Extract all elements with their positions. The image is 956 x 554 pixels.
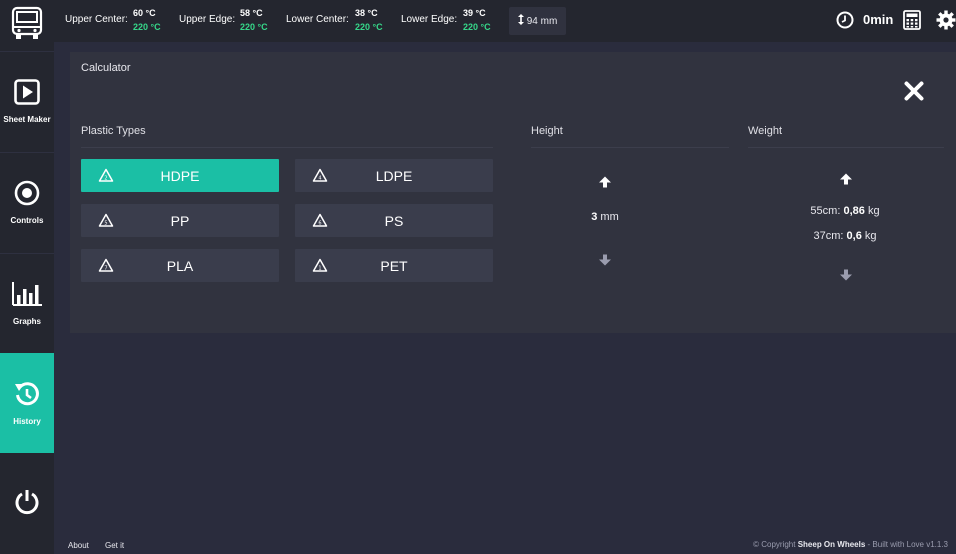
height-increase-button[interactable] — [595, 176, 615, 192]
about-link[interactable]: About — [68, 541, 89, 550]
vertical-arrows-icon — [517, 14, 524, 28]
bar-chart-icon — [11, 281, 43, 312]
get-it-link[interactable]: Get it — [105, 541, 124, 550]
weight-increase-button[interactable] — [836, 173, 856, 189]
sidebar-item-label: Sheet Maker — [3, 115, 51, 124]
close-icon — [904, 81, 924, 106]
plastic-type-label: PS — [384, 212, 404, 229]
plastic-type-label: HDPE — [160, 167, 200, 184]
power-button[interactable] — [0, 454, 54, 554]
weight-size-label: 37cm: — [813, 230, 844, 242]
target-icon — [14, 180, 40, 211]
clock-icon — [836, 11, 854, 34]
temp-target-lower-edge: 220 °C — [463, 22, 491, 32]
history-icon — [14, 381, 40, 412]
plastic-type-pla[interactable]: 7 PLA — [81, 249, 279, 282]
timer-value: 0min — [863, 12, 894, 27]
power-icon — [14, 488, 40, 521]
arrow-down-icon — [840, 268, 852, 286]
temp-label-lower-center: Lower Center: — [286, 14, 349, 25]
arrow-down-icon — [599, 253, 611, 271]
temp-target-upper-center: 220 °C — [133, 22, 161, 32]
arrow-up-icon — [840, 172, 852, 190]
sidebar-item-controls[interactable]: Controls — [0, 152, 54, 252]
calculator-icon[interactable] — [903, 10, 921, 35]
brand-name: Sheep On Wheels — [797, 540, 866, 549]
copyright-prefix: © Copyright — [753, 540, 796, 549]
arrow-up-icon — [599, 175, 611, 193]
height-indicator: 94 mm — [509, 7, 566, 35]
weight-size-label: 55cm: — [810, 205, 841, 217]
height-unit: mm — [600, 211, 619, 223]
sidebar-item-label: History — [13, 417, 41, 426]
sidebar-item-label: Controls — [10, 216, 44, 225]
weight-decrease-button[interactable] — [836, 269, 856, 285]
copyright-text: © Copyright Sheep On Wheels - Built with… — [753, 540, 948, 549]
temp-current-lower-center: 38 °C — [355, 8, 378, 18]
plastic-type-pp[interactable]: 5 PP — [81, 204, 279, 237]
weight-heading: Weight — [748, 125, 944, 148]
panel-title: Calculator — [81, 62, 131, 74]
temp-current-upper-edge: 58 °C — [240, 8, 263, 18]
sidebar-item-graphs[interactable]: Graphs — [0, 253, 54, 353]
height-number: 3 — [591, 211, 598, 223]
height-indicator-value: 94 mm — [526, 15, 558, 27]
temp-label-upper-center: Upper Center: — [65, 14, 128, 25]
temp-current-upper-center: 60 °C — [133, 8, 156, 18]
sidebar-item-history[interactable]: History — [0, 353, 54, 453]
temp-target-lower-center: 220 °C — [355, 22, 383, 32]
calculator-panel: Calculator Plastic Types Height Weight 2… — [70, 52, 956, 333]
close-button[interactable] — [903, 81, 925, 106]
weight-unit: kg — [864, 230, 877, 242]
play-icon — [14, 79, 40, 110]
temp-label-lower-edge: Lower Edge: — [401, 14, 458, 25]
gear-icon[interactable] — [936, 10, 956, 35]
height-heading: Height — [531, 125, 729, 148]
top-bar: Upper Center: 60 °C 220 °C Upper Edge: 5… — [54, 0, 956, 42]
temp-label-upper-edge: Upper Edge: — [179, 14, 236, 25]
weight-value: 0,6 — [846, 230, 862, 242]
sidebar: Sheet Maker Controls Graphs History — [0, 0, 54, 554]
sidebar-item-label: Graphs — [12, 317, 41, 326]
sidebar-item-sheet-maker[interactable]: Sheet Maker — [0, 51, 54, 151]
plastic-type-label: PET — [380, 257, 408, 274]
plastic-type-label: LDPE — [375, 167, 413, 184]
height-decrease-button[interactable] — [595, 254, 615, 270]
weight-unit: kg — [867, 205, 880, 217]
weight-row-37cm: 37cm: 0,6 kg — [750, 230, 940, 242]
plastic-type-hdpe[interactable]: 2 HDPE — [81, 159, 279, 192]
plastic-types-heading: Plastic Types — [81, 125, 493, 148]
temp-current-lower-edge: 39 °C — [463, 8, 486, 18]
plastic-type-label: PP — [170, 212, 190, 229]
plastic-type-ldpe[interactable]: 4 LDPE — [295, 159, 493, 192]
copyright-suffix: - Built with Love v1.1.3 — [867, 540, 948, 549]
bus-logo-icon[interactable] — [0, 0, 54, 46]
temp-target-upper-edge: 220 °C — [240, 22, 268, 32]
plastic-type-ps[interactable]: 6 PS — [295, 204, 493, 237]
weight-value: 0,86 — [843, 205, 865, 217]
height-value: 3 mm — [531, 211, 679, 223]
plastic-type-pet[interactable]: 1 PET — [295, 249, 493, 282]
weight-row-55cm: 55cm: 0,86 kg — [750, 205, 940, 217]
plastic-type-label: PLA — [166, 257, 194, 274]
